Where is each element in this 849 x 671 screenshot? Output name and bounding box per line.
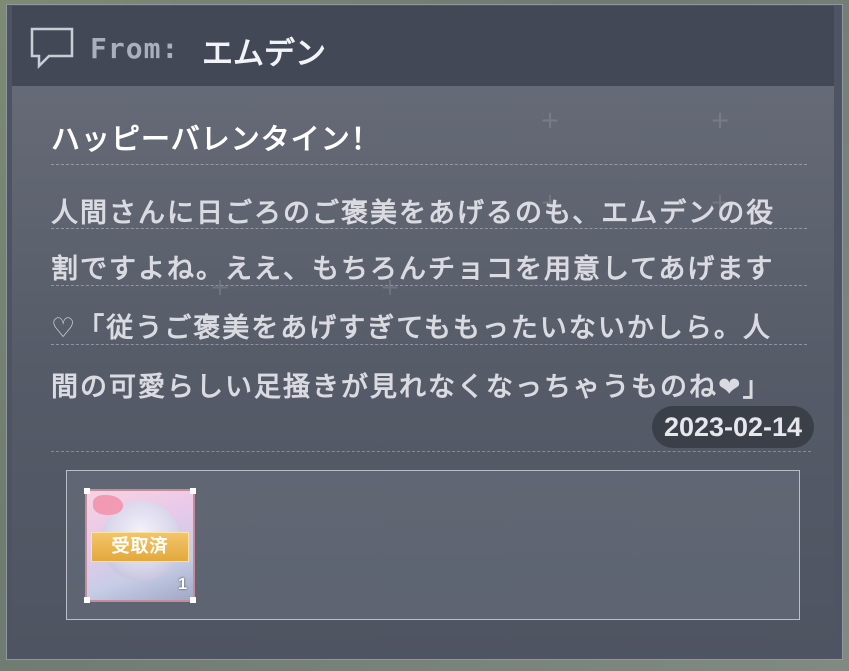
- mail-header: From: エムデン: [12, 6, 834, 86]
- message-subject: ハッピーバレンタイン！: [51, 122, 381, 156]
- message-line: 割ですよね。ええ、もちろんチョコを用意してあげます: [51, 254, 775, 285]
- attachment-divider: [51, 451, 811, 452]
- chat-bubble-icon: [30, 27, 74, 70]
- message-line: 人間さんに日ごろのご褒美をあげるのも、エムデンの役: [51, 198, 776, 229]
- grid-plus-decoration: +: [540, 106, 561, 134]
- reward-item[interactable]: 受取済 1: [85, 489, 195, 602]
- text-divider: [51, 164, 807, 165]
- item-corner-marker: [190, 597, 196, 603]
- grid-plus-decoration: +: [710, 106, 731, 134]
- from-label: From:: [90, 32, 180, 65]
- text-divider: [51, 344, 807, 345]
- item-corner-marker: [190, 488, 196, 494]
- message-line: 間の可愛らしい足掻きが見れなくなっちゃうものね❤」: [51, 372, 772, 403]
- item-corner-marker: [84, 597, 90, 603]
- bow-decoration: [93, 495, 123, 515]
- message-line: ♡「従うご褒美をあげすぎてももったいないかしら。人: [51, 313, 772, 344]
- date-badge: 2023-02-14: [652, 406, 814, 448]
- item-quantity: 1: [178, 576, 187, 593]
- text-divider: [51, 285, 807, 286]
- text-divider: [51, 228, 807, 229]
- item-corner-marker: [84, 488, 90, 494]
- sender-name: エムデン: [202, 36, 326, 72]
- claimed-tag: 受取済: [91, 532, 189, 562]
